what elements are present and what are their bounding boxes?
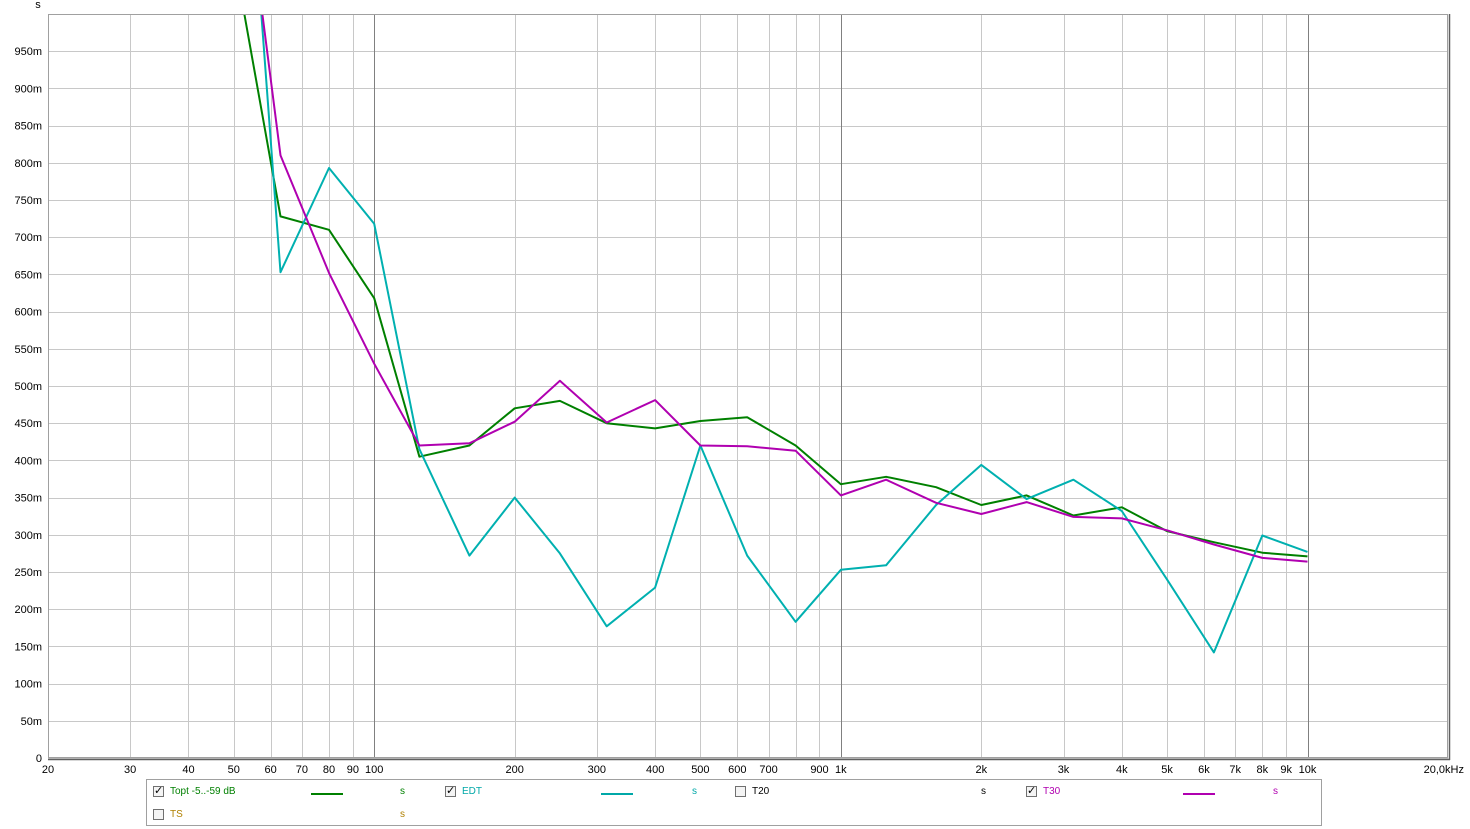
y-tick-label: 750m [14,195,42,207]
legend-swatch-line [311,793,343,795]
legend-checkbox-t20[interactable] [735,786,746,797]
y-axis-unit-label: s [35,0,41,11]
x-tick-label: 200 [505,764,523,776]
legend-checkbox-edt[interactable]: ✓ [445,786,456,797]
legend-checkbox-t30[interactable]: ✓ [1026,786,1037,797]
rt60-chart: 050m100m150m200m250m300m350m400m450m500m… [14,0,1464,776]
y-tick-label: 300m [14,530,42,542]
x-tick-label: 3k [1058,764,1070,776]
x-tick-label: 5k [1161,764,1173,776]
legend-item-t30: ✓ T30 s [1026,784,1278,800]
y-tick-label: 550m [14,344,42,356]
x-tick-label: 100 [365,764,383,776]
legend-label: Topt -5..-59 dB [170,786,236,797]
legend-unit: s [981,786,986,797]
legend-swatch-line [1183,793,1215,795]
y-tick-label: 350m [14,493,42,505]
legend-item-ts: TS s [153,807,405,823]
x-tick-label: 50 [228,764,240,776]
x-tick-label: 90 [347,764,359,776]
x-tick-label: 80 [323,764,335,776]
legend-unit: s [1273,786,1278,797]
y-tick-label: 200m [14,604,42,616]
y-tick-label: 450m [14,418,42,430]
y-tick-label: 700m [14,232,42,244]
x-tick-label: 20 [42,764,54,776]
x-tick-label: 20,0kHz [1424,764,1464,776]
legend-item-topt-5-59-db: ✓ Topt -5..-59 dB s [153,784,405,800]
legend-item-t20: T20 s [735,784,986,800]
x-tick-label: 500 [691,764,709,776]
x-tick-label: 9k [1280,764,1292,776]
legend-checkbox-ts[interactable] [153,809,164,820]
legend-label: T20 [752,786,770,797]
x-tick-label: 70 [296,764,308,776]
y-tick-label: 400m [14,455,42,467]
y-tick-label: 500m [14,381,42,393]
x-tick-label: 400 [646,764,664,776]
legend-unit: s [400,786,405,797]
legend-swatch-line [601,793,633,795]
y-tick-label: 850m [14,121,42,133]
y-tick-label: 950m [14,46,42,58]
x-tick-label: 7k [1229,764,1241,776]
y-tick-label: 250m [14,567,42,579]
x-tick-label: 8k [1256,764,1268,776]
x-tick-label: 6k [1198,764,1210,776]
legend-label: EDT [462,786,482,797]
x-tick-label: 30 [124,764,136,776]
x-tick-label: 60 [265,764,277,776]
x-tick-label: 900 [810,764,828,776]
legend-checkbox-topt-5-59-db[interactable]: ✓ [153,786,164,797]
x-tick-label: 2k [976,764,988,776]
x-tick-label: 1k [835,764,847,776]
legend-unit: s [400,809,405,820]
y-tick-label: 600m [14,307,42,319]
x-tick-label: 700 [759,764,777,776]
x-tick-label: 600 [728,764,746,776]
x-tick-label: 40 [182,764,194,776]
y-tick-label: 100m [14,679,42,691]
x-tick-label: 300 [588,764,606,776]
y-tick-label: 650m [14,269,42,281]
y-tick-label: 900m [14,83,42,95]
legend-label: T30 [1043,786,1061,797]
x-tick-label: 4k [1116,764,1128,776]
y-tick-label: 800m [14,158,42,170]
y-tick-label: 150m [14,641,42,653]
legend-item-edt: ✓ EDT s [445,784,697,800]
legend-panel: ✓ Topt -5..-59 dB s ✓ EDT s T20 s ✓ T30 s TS s [146,779,1322,826]
x-tick-label: 10k [1299,764,1317,776]
y-tick-label: 50m [21,716,42,728]
legend-label: TS [170,809,183,820]
legend-unit: s [692,786,697,797]
